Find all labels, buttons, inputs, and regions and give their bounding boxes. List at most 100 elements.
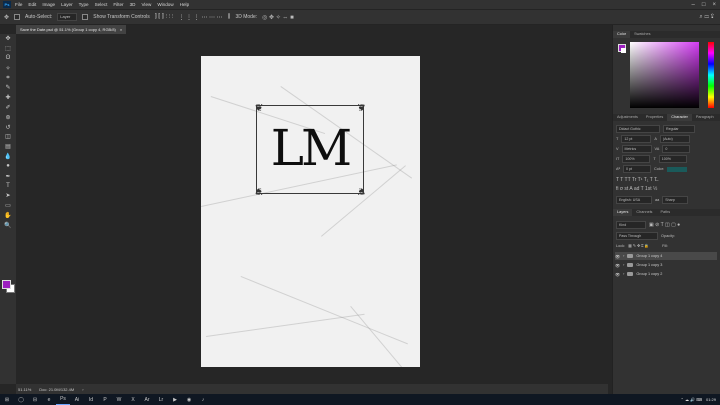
taskbar-app-icon[interactable]: P <box>98 394 112 405</box>
color-swatches[interactable] <box>2 280 15 294</box>
menu-window[interactable]: Window <box>157 2 173 7</box>
eraser-icon[interactable]: ◫ <box>0 132 16 142</box>
3d-mode-icons[interactable]: ◎ ✥ ✧ ⇔ ■ <box>262 14 294 21</box>
visibility-eye-icon[interactable]: 👁 <box>615 263 620 268</box>
zoom-icon[interactable]: 🔍 <box>0 220 16 230</box>
menu-layer[interactable]: Layer <box>61 2 73 7</box>
shape-icon[interactable]: ▭ <box>0 201 16 211</box>
taskbar-app-icon[interactable]: ⊞ <box>0 394 14 405</box>
tray-icons[interactable]: ⌃ ☁ 🔊 ⌨ <box>681 397 702 402</box>
lock-icons[interactable]: ▦ ✎ ✥ ⌗ 🔒 <box>628 243 649 248</box>
close-icon[interactable]: × <box>712 2 716 8</box>
status-menu-icon[interactable]: › <box>82 387 83 392</box>
align-icons[interactable]: ⫿ ⫿ ⫿ ⫶ ⫶ ⫶ <box>155 14 174 21</box>
auto-select-dropdown[interactable]: Layer <box>57 13 78 21</box>
vertical-scale-field[interactable]: 100% <box>622 155 651 163</box>
magic-wand-icon[interactable]: ✧ <box>0 63 16 73</box>
pen-icon[interactable]: ✒ <box>0 171 16 181</box>
taskbar-app-icon[interactable]: e <box>42 394 56 405</box>
opentype-buttons[interactable]: fi σ st A ad T 1st ½ <box>616 186 716 192</box>
auto-align-icon[interactable]: ⫼ <box>228 14 231 21</box>
tab-color[interactable]: Color <box>613 31 631 38</box>
leading-field[interactable]: (Auto) <box>659 135 690 143</box>
menu-select[interactable]: Select <box>95 2 108 7</box>
close-tab-icon[interactable]: × <box>120 27 122 32</box>
tab-properties[interactable]: Properties <box>642 114 667 121</box>
taskbar-app-icon[interactable]: Ps <box>56 394 70 405</box>
tab-character[interactable]: Character <box>667 114 692 121</box>
layer-kind-filter[interactable]: Kind <box>616 221 646 229</box>
layer-row[interactable]: 👁 › Group 1 copy 4 <box>615 252 717 260</box>
crop-icon[interactable]: ⌗ <box>0 73 16 83</box>
type-style-buttons[interactable]: T T TT Tr T¹ T₁ T T̶ <box>616 177 716 183</box>
path-select-icon[interactable]: ➤ <box>0 191 16 201</box>
taskbar-app-icon[interactable]: ⊟ <box>28 394 42 405</box>
expand-group-icon[interactable]: › <box>623 254 624 258</box>
layer-filter-icons[interactable]: ▣ ⊘ T ◫ ▢ ● <box>649 222 680 228</box>
panel-background-swatch[interactable] <box>621 48 626 53</box>
type-icon[interactable]: T <box>0 181 16 191</box>
taskbar-app-icon[interactable]: Ai <box>70 394 84 405</box>
text-color-swatch[interactable] <box>667 166 688 172</box>
blur-icon[interactable]: 💧 <box>0 152 16 162</box>
menu-3d[interactable]: 3D <box>130 2 136 7</box>
menu-help[interactable]: Help <box>180 2 189 7</box>
tab-layers[interactable]: Layers <box>613 209 633 216</box>
taskbar-app-icon[interactable]: ♪ <box>196 394 210 405</box>
tab-swatches[interactable]: Swatches <box>630 31 654 38</box>
tracking-field[interactable]: 0 <box>662 145 691 153</box>
kerning-field[interactable]: Metrics <box>621 145 652 153</box>
move-icon[interactable]: ✥ <box>0 34 16 44</box>
gradient-icon[interactable]: ▤ <box>0 142 16 152</box>
document-canvas[interactable] <box>201 56 420 367</box>
zoom-level[interactable]: 51.11% <box>18 387 31 392</box>
visibility-eye-icon[interactable]: 👁 <box>615 254 620 259</box>
blend-mode-select[interactable]: Pass Through <box>616 232 658 240</box>
lasso-icon[interactable]: ʘ <box>0 54 16 64</box>
taskbar-app-icon[interactable]: X <box>126 394 140 405</box>
taskbar-app-icon[interactable]: Ar <box>140 394 154 405</box>
horizontal-scale-field[interactable]: 100% <box>658 155 687 163</box>
color-picker-field[interactable] <box>630 42 699 108</box>
eyedropper-icon[interactable]: ✎ <box>0 83 16 93</box>
menu-edit[interactable]: Edit <box>28 2 36 7</box>
menu-image[interactable]: Image <box>42 2 55 7</box>
tab-channels[interactable]: Channels <box>632 209 656 216</box>
hand-icon[interactable]: ✋ <box>0 210 16 220</box>
stamp-icon[interactable]: ⊛ <box>0 112 16 122</box>
layer-row[interactable]: 👁 › Group 1 copy 2 <box>615 270 717 278</box>
foreground-color-swatch[interactable] <box>2 280 11 289</box>
tab-paragraph[interactable]: Paragraph <box>692 114 718 121</box>
taskbar-app-icon[interactable]: Lr <box>154 394 168 405</box>
visibility-eye-icon[interactable]: 👁 <box>615 272 620 277</box>
hue-slider[interactable] <box>708 42 714 108</box>
antialias-select[interactable]: Sharp <box>662 196 689 204</box>
clock[interactable]: 01:29 <box>706 397 716 402</box>
taskbar-app-icon[interactable]: ◯ <box>14 394 28 405</box>
maximize-icon[interactable]: □ <box>702 2 706 8</box>
auto-select-checkbox[interactable] <box>14 14 21 20</box>
expand-group-icon[interactable]: › <box>623 263 624 267</box>
healing-icon[interactable]: ✚ <box>0 93 16 103</box>
layer-row[interactable]: 👁 › Group 1 copy 3 <box>615 261 717 269</box>
tab-paths[interactable]: Paths <box>656 209 674 216</box>
taskbar-app-icon[interactable]: W <box>112 394 126 405</box>
show-transform-checkbox[interactable] <box>82 14 89 20</box>
baseline-field[interactable]: 0 pt <box>622 165 651 173</box>
dodge-icon[interactable]: ● <box>0 161 16 171</box>
taskbar-app-icon[interactable]: ◉ <box>182 394 196 405</box>
move-tool-icon[interactable]: ✥ <box>4 14 9 21</box>
brush-icon[interactable]: ✐ <box>0 103 16 113</box>
marquee-icon[interactable]: ⬚ <box>0 44 16 54</box>
font-style-select[interactable]: Regular <box>663 125 695 133</box>
distribute-icons[interactable]: ⋮ ⋮ ⋮ ⋯ ⋯ ⋯ <box>178 14 222 21</box>
font-size-field[interactable]: 12 pt <box>621 135 652 143</box>
history-brush-icon[interactable]: ↺ <box>0 122 16 132</box>
menu-type[interactable]: Type <box>79 2 89 7</box>
taskbar-app-icon[interactable]: ▶ <box>168 394 182 405</box>
taskbar-app-icon[interactable]: Id <box>84 394 98 405</box>
tab-adjustments[interactable]: Adjustments <box>613 114 642 121</box>
minimize-icon[interactable]: – <box>692 2 695 8</box>
menu-filter[interactable]: Filter <box>113 2 123 7</box>
font-family-select[interactable]: Didact Gothic <box>616 125 660 133</box>
